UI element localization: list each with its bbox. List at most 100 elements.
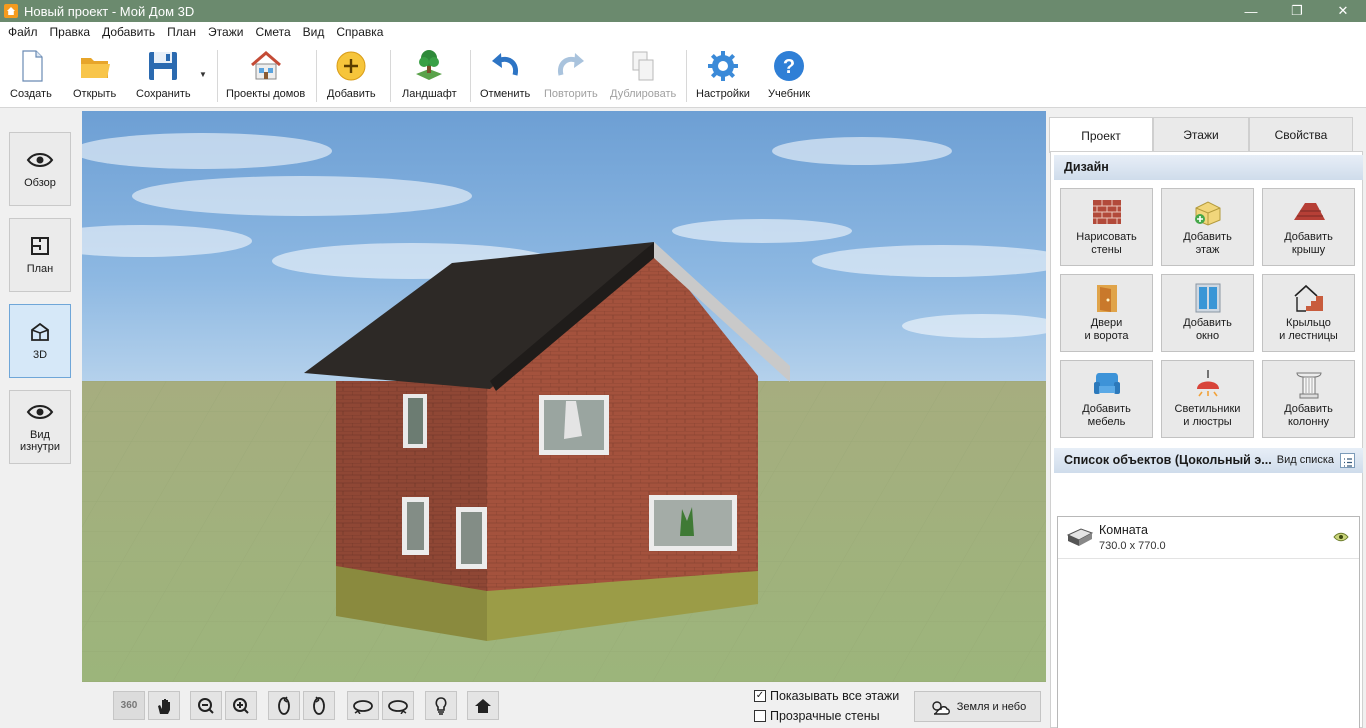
add-furniture-label-1: Добавить [1082, 403, 1131, 415]
rotate-360-button[interactable]: 360 [113, 691, 145, 720]
ground-and-sky-label: Земля и небо [956, 700, 1027, 713]
menu-file[interactable]: Файл [2, 22, 44, 42]
transparent-walls-checkbox[interactable]: Прозрачные стены [754, 709, 880, 723]
undo-label: Отменить [480, 88, 531, 100]
save-button[interactable]: Сохранить [136, 48, 191, 106]
3d-viewport[interactable] [82, 111, 1046, 682]
tilt-up-icon [353, 699, 373, 714]
menu-help[interactable]: Справка [330, 22, 389, 42]
redo-icon [554, 48, 588, 84]
add-floor-label-1: Добавить [1183, 231, 1232, 243]
landscape-button[interactable]: Ландшафт [402, 48, 457, 106]
doors-gates-label-2: и ворота [1084, 330, 1129, 342]
right-panel: Проект Этажи Свойства Дизайн Нарисовать … [1047, 111, 1366, 728]
inside-view-label-line1: Вид [30, 429, 50, 441]
visibility-eye-icon[interactable] [1333, 532, 1349, 542]
tree-icon [412, 48, 446, 84]
lights-chandeliers-button[interactable]: Светильники и люстры [1161, 360, 1254, 438]
add-button[interactable]: Добавить [327, 48, 376, 106]
doors-gates-label-1: Двери [1090, 317, 1123, 329]
tab-project[interactable]: Проект [1049, 117, 1153, 153]
light-bulb-icon [435, 696, 447, 715]
settings-button[interactable]: Настройки [696, 48, 750, 106]
add-column-button[interactable]: Добавить колонну [1262, 360, 1355, 438]
add-window-button[interactable]: Добавить окно [1161, 274, 1254, 352]
porch-stairs-button[interactable]: Крыльцо и лестницы [1262, 274, 1355, 352]
toolbar-separator [686, 50, 687, 102]
rotate-left-button[interactable] [268, 691, 300, 720]
tilt-down-button[interactable] [382, 691, 414, 720]
close-button[interactable]: ✕ [1320, 0, 1366, 22]
list-view-toggle[interactable]: Вид списка [1277, 448, 1355, 473]
menu-add[interactable]: Добавить [96, 22, 161, 42]
view-controls-bar: 360 ✓ Показывать все этажи Прозрачные ст… [82, 682, 1046, 728]
undo-button[interactable]: Отменить [480, 48, 530, 106]
rotate-right-icon [313, 695, 325, 715]
menu-view[interactable]: Вид [297, 22, 331, 42]
app-icon [4, 4, 18, 18]
house-projects-label: Проекты домов [226, 88, 306, 100]
restore-button[interactable]: ❐ [1274, 0, 1320, 22]
inside-view-mode-button[interactable]: Вид изнутри [9, 390, 71, 464]
eye-icon [26, 401, 54, 423]
doors-gates-button[interactable]: Двери и ворота [1060, 274, 1153, 352]
open-button[interactable]: Открыть [73, 48, 116, 106]
home-view-button[interactable] [467, 691, 499, 720]
ground-and-sky-button[interactable]: Земля и небо [914, 691, 1041, 722]
menu-plan[interactable]: План [161, 22, 202, 42]
add-window-label-1: Добавить [1183, 317, 1232, 329]
overview-mode-button[interactable]: Обзор [9, 132, 71, 206]
tab-floors[interactable]: Этажи [1153, 117, 1249, 151]
gear-icon [706, 48, 740, 84]
list-item[interactable]: Комната 730.0 x 770.0 [1058, 517, 1359, 559]
pan-button[interactable] [148, 691, 180, 720]
add-furniture-label-2: мебель [1087, 416, 1126, 428]
menu-estimate[interactable]: Смета [249, 22, 296, 42]
tutorial-button[interactable]: ? Учебник [768, 48, 810, 106]
duplicate-button[interactable]: Дублировать [610, 48, 676, 106]
rotate-right-button[interactable] [303, 691, 335, 720]
lighting-button[interactable] [425, 691, 457, 720]
zoom-out-button[interactable] [190, 691, 222, 720]
menu-floors[interactable]: Этажи [202, 22, 249, 42]
add-plus-icon [334, 48, 368, 84]
create-button[interactable]: Создать [10, 48, 52, 106]
add-floor-label-2: этаж [1195, 244, 1220, 256]
menu-bar: Файл Правка Добавить План Этажи Смета Ви… [0, 22, 1366, 42]
minimize-button[interactable]: — [1228, 0, 1274, 22]
house-projects-button[interactable]: Проекты домов [226, 48, 305, 106]
plan-label: План [26, 263, 54, 275]
ceiling-lamp-icon [1191, 369, 1225, 399]
object-list[interactable]: Комната 730.0 x 770.0 [1057, 516, 1360, 728]
show-all-floors-label: Показывать все этажи [770, 689, 900, 703]
house-icon [249, 48, 283, 84]
tilt-up-button[interactable] [347, 691, 379, 720]
zoom-in-button[interactable] [225, 691, 257, 720]
tab-properties[interactable]: Свойства [1249, 117, 1353, 151]
3d-mode-button[interactable]: 3D [9, 304, 71, 378]
tilt-down-icon [388, 699, 408, 714]
add-floor-button[interactable]: Добавить этаж [1161, 188, 1254, 266]
3d-house-icon [26, 321, 54, 343]
create-label: Создать [10, 88, 52, 100]
title-bar: Новый проект - Мой Дом 3D — ❐ ✕ [0, 0, 1366, 22]
open-label: Открыть [73, 88, 117, 100]
show-all-floors-checkbox[interactable]: ✓ Показывать все этажи [754, 689, 899, 703]
draw-walls-button[interactable]: Нарисовать стены [1060, 188, 1153, 266]
redo-button[interactable]: Повторить [544, 48, 598, 106]
toolbar-separator [390, 50, 391, 102]
add-label: Добавить [327, 88, 376, 100]
add-roof-button[interactable]: Добавить крышу [1262, 188, 1355, 266]
overview-label: Обзор [24, 177, 56, 189]
menu-edit[interactable]: Правка [44, 22, 97, 42]
lights-chandeliers-label-1: Светильники [1174, 403, 1241, 415]
transparent-walls-label: Прозрачные стены [770, 709, 880, 723]
design-section-header: Дизайн [1054, 155, 1363, 180]
object-name: Комната [1099, 523, 1148, 537]
duplicate-icon [626, 48, 660, 84]
plan-mode-button[interactable]: План [9, 218, 71, 292]
rotate-360-icon: 360 [120, 700, 138, 711]
add-furniture-button[interactable]: Добавить мебель [1060, 360, 1153, 438]
save-dropdown-arrow-icon[interactable]: ▼ [199, 70, 207, 79]
duplicate-label: Дублировать [610, 88, 677, 100]
